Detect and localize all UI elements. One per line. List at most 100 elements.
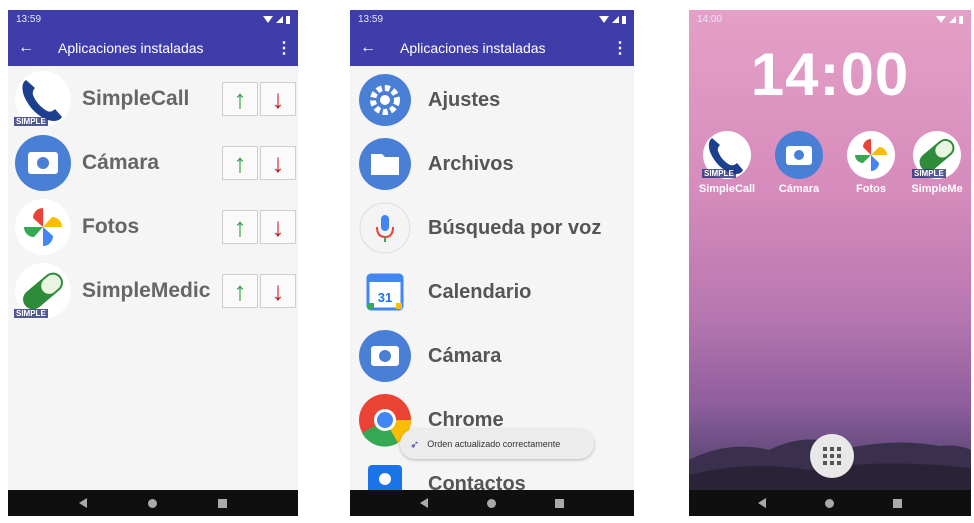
calendar-day: 31 <box>378 290 392 305</box>
battery-icon <box>959 15 963 24</box>
home-clock: 14:00 <box>750 41 910 108</box>
simplecall-icon: SIMPLE <box>14 70 72 128</box>
nav-home-icon[interactable] <box>824 498 834 508</box>
status-bar: 13:59 <box>8 10 298 29</box>
simplemedic-icon: SIMPLE <box>14 262 72 320</box>
app-bar: ← Aplicaciones instaladas ⋮ <box>8 29 298 66</box>
page-title: Aplicaciones instaladas <box>400 39 546 56</box>
home-app-label: Fotos <box>856 183 886 195</box>
toast-text: Orden actualizado correctamente <box>427 439 561 449</box>
signal-icon <box>612 16 619 23</box>
list-item: SIMPLE SimpleMedic ↑ ↓ <box>8 260 298 322</box>
camera-icon <box>774 130 824 180</box>
nav-recents-icon[interactable] <box>555 498 565 508</box>
home-app-camera[interactable]: Cámara <box>765 130 833 195</box>
app-bar: ← Aplicaciones instaladas ⋮ <box>350 29 634 66</box>
nav-bar <box>689 490 971 516</box>
simplemedic-icon: SIMPLE <box>912 130 962 180</box>
app-label: Cámara <box>82 151 160 174</box>
nav-home-icon[interactable] <box>147 498 157 508</box>
move-up-button[interactable]: ↑ <box>222 274 258 308</box>
microphone-icon <box>358 201 412 255</box>
move-down-button[interactable]: ↓ <box>260 146 296 180</box>
wifi-icon <box>599 16 609 23</box>
top-bar: 13:59 ← Aplicaciones instaladas ⋮ <box>350 10 634 66</box>
status-bar: 14:00 <box>689 10 971 29</box>
nav-home-icon[interactable] <box>486 498 496 508</box>
nav-recents-icon[interactable] <box>218 498 228 508</box>
move-up-button[interactable]: ↑ <box>222 146 258 180</box>
home-app-label: SimpleCall <box>698 183 756 195</box>
app-label: Cámara <box>428 344 502 367</box>
back-arrow-icon[interactable]: ← <box>360 39 384 57</box>
list-item: Fotos ↑ ↓ <box>8 196 298 258</box>
app-label: Calendario <box>428 280 532 303</box>
list-item: Cámara ↑ ↓ <box>8 132 298 194</box>
move-up-button[interactable]: ↑ <box>222 82 258 116</box>
simple-tag: SIMPLE <box>912 169 946 178</box>
phone-app-list-screen: 13:59 ← Aplicaciones instaladas ⋮ Ajuste… <box>350 10 634 516</box>
list-item[interactable]: 31 Calendario <box>350 260 634 324</box>
list-item: SIMPLE SimpleCall ↑ ↓ <box>8 68 298 130</box>
phone-home-screen: 14:00 14:00 SIMPLE SimpleCall Cámara Fot… <box>689 10 971 516</box>
simplecall-icon: SIMPLE <box>702 130 752 180</box>
list-item[interactable]: Cámara <box>350 324 634 388</box>
home-app-label: SimpleMe <box>911 183 963 195</box>
calendar-icon: 31 <box>358 265 412 319</box>
top-bar: 13:59 ← Aplicaciones instaladas ⋮ <box>8 10 298 66</box>
move-down-button[interactable]: ↓ <box>260 210 296 244</box>
app-label: SimpleCall <box>82 87 190 110</box>
status-icons <box>599 15 626 24</box>
status-time: 13:59 <box>16 14 42 25</box>
move-down-button[interactable]: ↓ <box>260 274 296 308</box>
status-bar: 13:59 <box>350 10 634 29</box>
status-time: 14:00 <box>697 14 723 25</box>
move-up-button[interactable]: ↑ <box>222 210 258 244</box>
simple-tag: SIMPLE <box>702 169 736 178</box>
simple-tag: SIMPLE <box>14 117 48 126</box>
grid-icon <box>823 447 841 465</box>
home-app-simplecall[interactable]: SIMPLE SimpleCall <box>693 130 761 195</box>
nav-back-icon[interactable] <box>758 498 767 508</box>
list-item[interactable]: Ajustes <box>350 68 634 132</box>
camera-icon <box>14 134 72 192</box>
settings-icon <box>358 73 412 127</box>
battery-icon <box>622 15 626 24</box>
photos-icon <box>14 198 72 256</box>
app-label: Búsqueda por voz <box>428 216 602 239</box>
rocket-icon: ➶ <box>410 438 420 451</box>
simple-tag: SIMPLE <box>14 309 48 318</box>
nav-back-icon[interactable] <box>78 498 87 508</box>
nav-back-icon[interactable] <box>419 498 428 508</box>
overflow-menu-icon[interactable]: ⋮ <box>276 38 292 58</box>
folder-icon <box>358 137 412 191</box>
status-icons <box>936 15 963 24</box>
page-title: Aplicaciones instaladas <box>58 39 204 56</box>
battery-icon <box>286 15 290 24</box>
list-item[interactable]: Búsqueda por voz <box>350 196 634 260</box>
app-label: Fotos <box>82 215 140 238</box>
home-app-label: Cámara <box>778 183 820 195</box>
nav-recents-icon[interactable] <box>892 498 902 508</box>
list-item[interactable]: Archivos <box>350 132 634 196</box>
toast-message: ➶ Orden actualizado correctamente <box>400 429 594 459</box>
status-icons <box>263 15 290 24</box>
signal-icon <box>276 16 283 23</box>
camera-icon <box>358 329 412 383</box>
phone-reorder-screen: 13:59 ← Aplicaciones instaladas ⋮ SIMPLE… <box>8 10 298 516</box>
move-down-button[interactable]: ↓ <box>260 82 296 116</box>
home-app-simplemedic[interactable]: SIMPLE SimpleMe <box>903 130 971 195</box>
app-label: Ajustes <box>428 88 501 111</box>
app-drawer-button[interactable] <box>810 434 854 478</box>
status-time: 13:59 <box>358 14 384 25</box>
overflow-menu-icon[interactable]: ⋮ <box>612 38 628 58</box>
back-arrow-icon[interactable]: ← <box>18 39 42 57</box>
signal-icon <box>949 16 956 23</box>
app-label: SimpleMedic <box>82 279 211 302</box>
nav-bar <box>8 490 298 516</box>
wifi-icon <box>936 16 946 23</box>
wifi-icon <box>263 16 273 23</box>
home-app-photos[interactable]: Fotos <box>837 130 905 195</box>
photos-icon <box>846 130 896 180</box>
app-label: Archivos <box>428 152 514 175</box>
